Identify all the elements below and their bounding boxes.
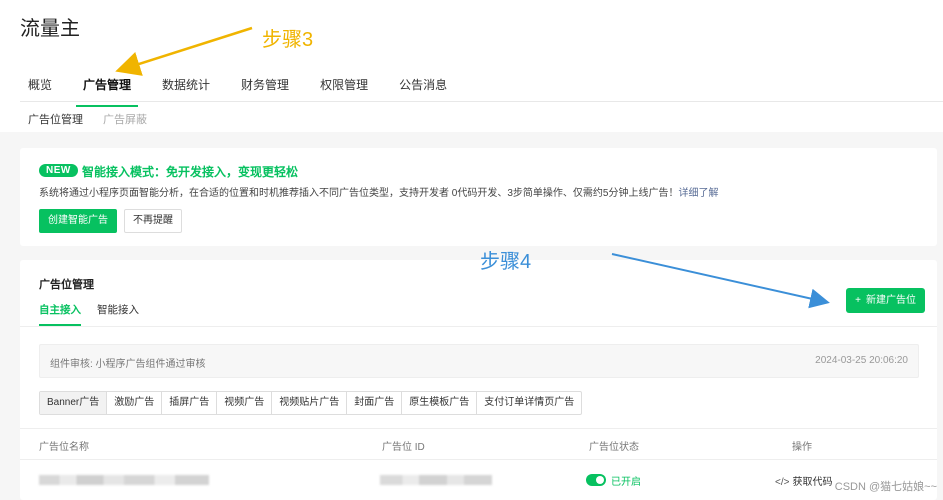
ad-type-banner[interactable]: Banner广告 — [40, 392, 108, 414]
get-code-link[interactable]: </> 获取代码 — [775, 473, 832, 488]
header-status: 广告位状态 — [589, 442, 639, 453]
table-row: 已开启 </> 获取代码 — [20, 460, 937, 500]
access-mode-tabs: 自主接入 智能接入 — [39, 302, 139, 326]
step3-label: 步骤3 — [262, 29, 314, 51]
banner-title: 智能接入模式：免开发接入，变现更轻松 — [82, 165, 299, 179]
dismiss-reminder-button[interactable]: 不再提醒 — [124, 209, 182, 233]
ad-slot-panel: 广告位管理 自主接入 智能接入 + 新建广告位 组件审核: 小程序广告组件通过审核… — [20, 260, 937, 500]
blurred-ad-id — [380, 475, 492, 485]
banner-desc-text: 系统将通过小程序页面智能分析，在合适的位置和时机推荐插入不同广告位类型，支持开发… — [39, 188, 679, 199]
step4-label: 步骤4 — [480, 251, 532, 273]
subtab-ad-blocking[interactable]: 广告屏蔽 — [103, 111, 147, 127]
header-id: 广告位 ID — [382, 442, 425, 453]
code-icon: </> — [775, 477, 790, 488]
get-code-label: 获取代码 — [792, 477, 833, 488]
sub-nav: 广告位管理 广告屏蔽 — [28, 111, 147, 127]
main-nav: 概览 广告管理 数据统计 财务管理 权限管理 公告消息 — [28, 76, 478, 107]
tab-smart-access[interactable]: 智能接入 — [97, 302, 139, 317]
status-toggle[interactable] — [586, 474, 606, 486]
watermark: CSDN @猫七姑娘~~ — [834, 481, 937, 493]
panel-title: 广告位管理 — [39, 279, 94, 291]
tab-finance[interactable]: 财务管理 — [241, 76, 289, 101]
new-badge: NEW — [39, 164, 78, 177]
app-title: 流量主 — [20, 18, 80, 40]
review-notice: 组件审核: 小程序广告组件通过审核 2024-03-25 20:06:20 — [39, 344, 919, 378]
tab-permissions[interactable]: 权限管理 — [320, 76, 368, 101]
header-name: 广告位名称 — [39, 442, 89, 453]
tab-ad-management[interactable]: 广告管理 — [76, 76, 139, 107]
tab-overview[interactable]: 概览 — [28, 76, 52, 101]
header-action: 操作 — [792, 442, 812, 453]
ad-type-cover[interactable]: 封面广告 — [347, 392, 403, 414]
new-ad-slot-label: 新建广告位 — [866, 295, 916, 306]
ad-type-native-template[interactable]: 原生模板广告 — [402, 392, 478, 414]
notice-time: 2024-03-25 20:06:20 — [815, 355, 908, 366]
ad-type-rewarded[interactable]: 激励广告 — [107, 392, 163, 414]
top-bar: 流量主 概览 广告管理 数据统计 财务管理 权限管理 公告消息 广告位管理 广告… — [0, 0, 943, 132]
notice-text: 组件审核: 小程序广告组件通过审核 — [50, 359, 206, 370]
ad-type-video[interactable]: 视频广告 — [217, 392, 273, 414]
ad-type-segmented: Banner广告 激励广告 插屏广告 视频广告 视频贴片广告 封面广告 原生模板… — [39, 391, 583, 415]
plus-icon: + — [855, 295, 861, 306]
create-smart-ad-button[interactable]: 创建智能广告 — [39, 209, 117, 233]
smart-access-banner: NEW 智能接入模式：免开发接入，变现更轻松 系统将通过小程序页面智能分析，在合… — [20, 148, 937, 246]
new-ad-slot-button[interactable]: + 新建广告位 — [846, 288, 925, 313]
tab-data-stats[interactable]: 数据统计 — [162, 76, 210, 101]
nav-divider — [20, 101, 943, 102]
table-header: 广告位名称 广告位 ID 广告位状态 操作 — [20, 428, 937, 460]
ad-type-interstitial[interactable]: 插屏广告 — [162, 392, 218, 414]
status-label: 已开启 — [611, 477, 641, 488]
blurred-ad-name — [39, 475, 209, 485]
banner-description: 系统将通过小程序页面智能分析，在合适的位置和时机推荐插入不同广告位类型，支持开发… — [39, 184, 718, 199]
ad-type-video-patch[interactable]: 视频贴片广告 — [272, 392, 348, 414]
learn-more-link[interactable]: 详细了解 — [678, 188, 718, 199]
tab-self-access[interactable]: 自主接入 — [39, 302, 81, 326]
panel-divider — [20, 326, 937, 327]
subtab-ad-slot-management[interactable]: 广告位管理 — [28, 111, 83, 127]
ad-type-payment-order[interactable]: 支付订单详情页广告 — [477, 392, 581, 414]
tab-announcements[interactable]: 公告消息 — [399, 76, 447, 101]
